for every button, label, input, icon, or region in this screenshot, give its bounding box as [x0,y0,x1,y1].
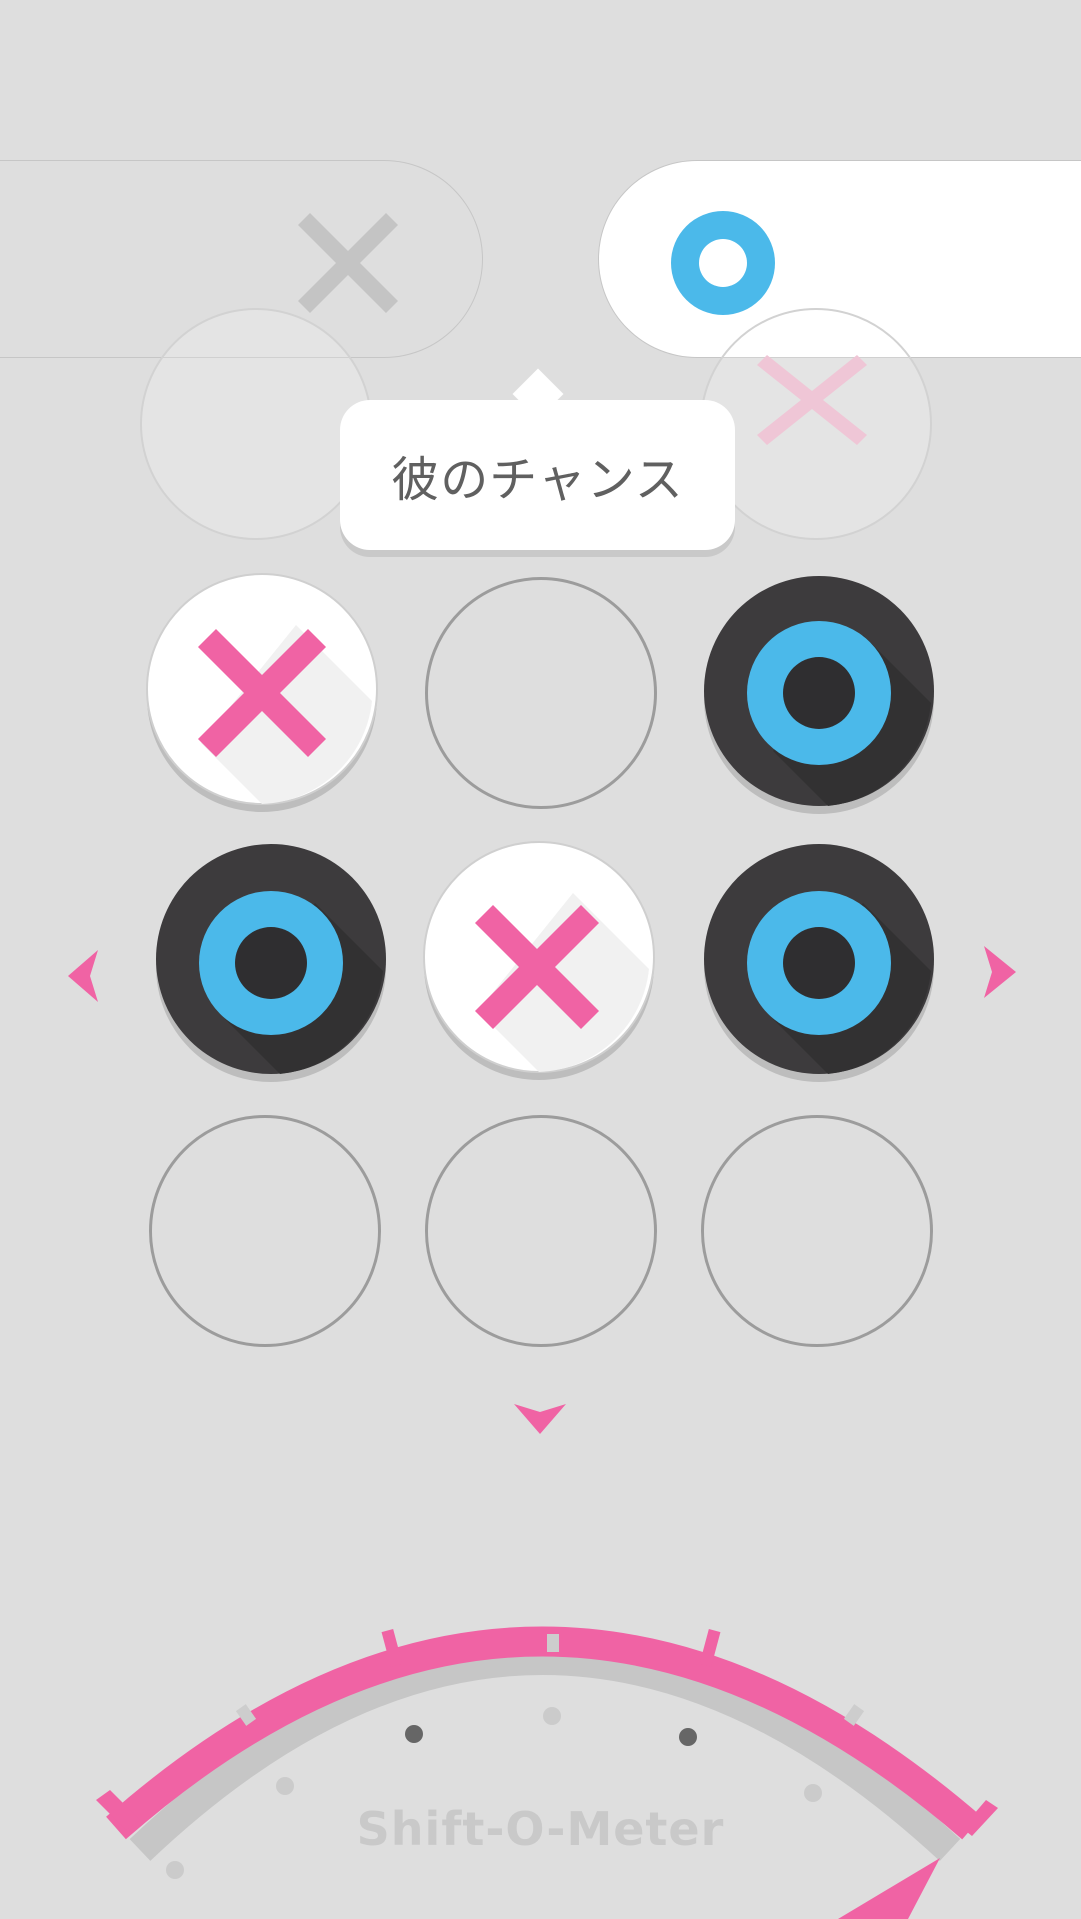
shift-o-meter [96,1626,998,1919]
o-piece-icon [156,844,386,1082]
board-cell-r3c3[interactable] [701,1115,933,1347]
meter-needle [838,1858,940,1919]
board-cell-r2c3[interactable] [703,844,935,1082]
board-cell-r1c3[interactable] [703,576,935,814]
board-cell-r1c2[interactable] [425,577,657,809]
meter-label: Shift-O-Meter [356,1802,725,1856]
o-ring-icon [671,211,775,315]
turn-tooltip: 彼のチャンス [340,400,735,550]
o-piece-icon [704,576,934,814]
x-piece-icon [146,573,378,812]
board-cell-r3c2[interactable] [425,1115,657,1347]
x-mark-icon [298,213,398,313]
board-cell-r3c1[interactable] [149,1115,381,1347]
board-cell-r1c1[interactable] [146,573,378,812]
arrow-left-icon[interactable] [68,950,104,1002]
x-piece-icon [423,841,655,1080]
ghost-cell [140,308,372,540]
board-cell-r2c1[interactable] [155,844,387,1082]
x-mark-icon [757,355,867,445]
turn-tooltip-text: 彼のチャンス [391,452,684,508]
board-cell-r2c2[interactable] [423,841,655,1080]
arrow-down-icon[interactable] [514,1400,566,1434]
arrow-right-icon[interactable] [980,946,1016,998]
o-piece-icon [704,844,934,1082]
